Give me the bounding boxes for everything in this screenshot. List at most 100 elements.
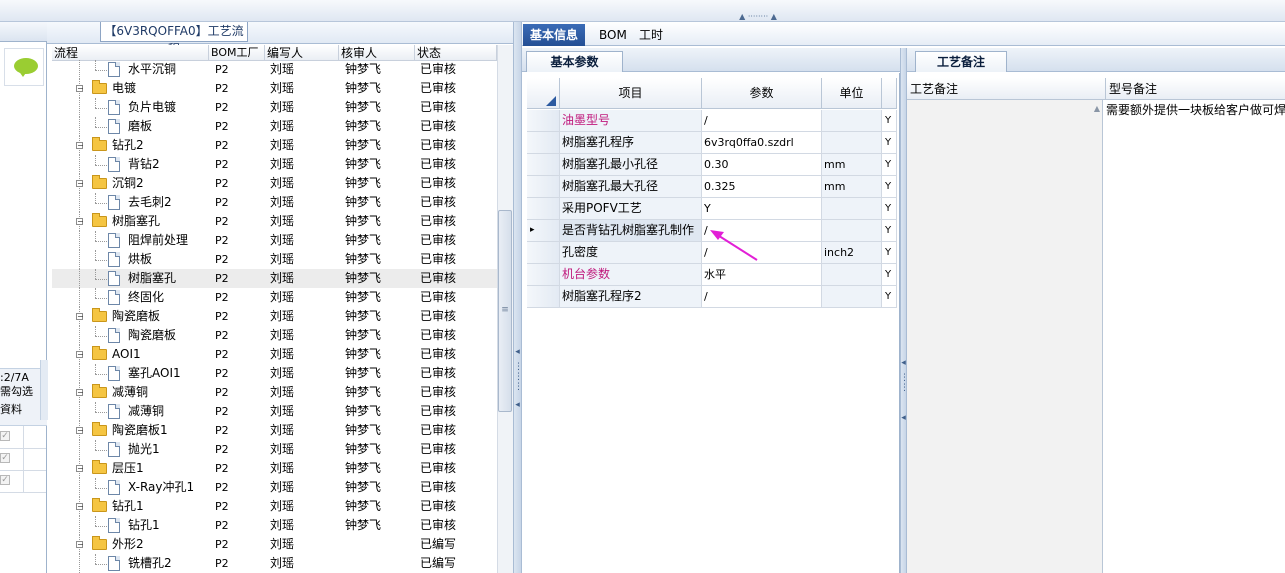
col-header-flow[interactable]: 流程 (52, 45, 209, 61)
tree-name: 树脂塞孔 (112, 214, 161, 228)
tree-row[interactable]: 钻孔1 P2 刘瑶 钟梦飞 已审核 (52, 516, 497, 535)
tab-work-hours[interactable]: 工时 (632, 24, 670, 46)
tab-basic-params[interactable]: 基本参数 (526, 51, 623, 72)
param-value[interactable]: 0.325 (702, 176, 822, 198)
tree-factory: P2 (215, 82, 229, 95)
collapse-toggle-icon[interactable]: − (76, 180, 84, 188)
process-remark-textarea[interactable] (907, 100, 1103, 573)
tree-row[interactable]: − 钻孔2 P2 刘瑶 钟梦飞 已审核 (52, 136, 497, 155)
tree-row[interactable]: 陶瓷磨板 P2 刘瑶 钟梦飞 已审核 (52, 326, 497, 345)
collapse-toggle-icon[interactable]: − (76, 541, 84, 549)
param-row[interactable]: 机台参数 水平 Y (527, 264, 897, 286)
tree-row[interactable]: − 沉铜2 P2 刘瑶 钟梦飞 已审核 (52, 174, 497, 193)
collapse-toggle-icon[interactable]: − (76, 389, 84, 397)
row-checkbox[interactable]: ✓ (0, 431, 10, 441)
collapse-toggle-icon[interactable]: − (76, 85, 84, 93)
collapse-toggle-icon[interactable]: − (76, 465, 84, 473)
corner-triangle-icon (546, 96, 556, 106)
document-icon (108, 119, 120, 134)
tree-row[interactable]: − 树脂塞孔 P2 刘瑶 钟梦飞 已审核 (52, 212, 497, 231)
param-row[interactable]: 树脂塞孔程序2/ Y (527, 286, 897, 308)
tree-reviewer: 钟梦飞 (345, 385, 382, 399)
scroll-up-icon[interactable]: ▲ (1092, 103, 1102, 115)
param-row[interactable]: 树脂塞孔程序 6v3rq0ffa0.szdrl Y (527, 132, 897, 154)
tree-author: 刘瑶 (270, 100, 295, 114)
left-splitter[interactable] (40, 360, 48, 420)
tree-author: 刘瑶 (270, 404, 295, 418)
tree-connector (79, 554, 80, 573)
row-checkbox[interactable]: ✓ (0, 475, 10, 485)
collapse-toggle-icon[interactable]: − (76, 427, 84, 435)
tree-row[interactable]: 终固化 P2 刘瑶 钟梦飞 已审核 (52, 288, 497, 307)
main-splitter[interactable]: ◂ ⋮ ⋮ ⋮ ◂ (513, 22, 523, 573)
tab-basic-info[interactable]: 基本信息 (523, 24, 586, 46)
param-value[interactable]: / (702, 110, 822, 132)
col-header-unit[interactable]: 单位 (822, 78, 882, 109)
document-icon (108, 233, 120, 248)
param-value[interactable]: 0.30 (702, 154, 822, 176)
tree-row[interactable]: 磨板 P2 刘瑶 钟梦飞 已审核 (52, 117, 497, 136)
tree-row[interactable]: 负片电镀 P2 刘瑶 钟梦飞 已审核 (52, 98, 497, 117)
collapse-toggle-icon[interactable]: − (76, 313, 84, 321)
tree-row[interactable]: 铣槽孔2 P2 刘瑶 已编写 (52, 554, 497, 573)
param-flag: Y (882, 132, 897, 154)
tree-row[interactable]: − 层压1 P2 刘瑶 钟梦飞 已审核 (52, 459, 497, 478)
tree-row[interactable]: 背钻2 P2 刘瑶 钟梦飞 已审核 (52, 155, 497, 174)
col-header-status[interactable]: 状态 (415, 45, 497, 61)
col-header-author[interactable]: 编写人 (265, 45, 339, 61)
param-item: 油墨型号 (560, 110, 702, 132)
col-header-bom-factory[interactable]: BOM工厂 (209, 45, 265, 61)
tree-row[interactable]: 减薄铜 P2 刘瑶 钟梦飞 已审核 (52, 402, 497, 421)
col-header-param[interactable]: 参数 (702, 78, 822, 109)
tree-factory: P2 (215, 120, 229, 133)
tree-row[interactable]: − 减薄铜 P2 刘瑶 钟梦飞 已审核 (52, 383, 497, 402)
row-header (527, 132, 560, 154)
tree-row[interactable]: − 钻孔1 P2 刘瑶 钟梦飞 已审核 (52, 497, 497, 516)
tree-connector (95, 402, 96, 412)
tree-author: 刘瑶 (270, 119, 295, 133)
folder-icon (92, 80, 107, 94)
tree-panel-title[interactable]: 【6V3RQOFFA0】工艺流程 (100, 22, 248, 56)
col-header-reviewer[interactable]: 核审人 (339, 45, 415, 61)
param-row[interactable]: 树脂塞孔最小孔径 0.30 mm Y (527, 154, 897, 176)
param-row[interactable]: 采用POFV工艺 Y Y (527, 198, 897, 220)
tree-row[interactable]: 阻焊前处理 P2 刘瑶 钟梦飞 已审核 (52, 231, 497, 250)
tree-row[interactable]: 去毛刺2 P2 刘瑶 钟梦飞 已审核 (52, 193, 497, 212)
tree-row[interactable]: − 外形2 P2 刘瑶 已编写 (52, 535, 497, 554)
collapse-grip-icon[interactable]: ▲ ········ ▲ (728, 13, 788, 21)
tree-row[interactable]: X-Ray冲孔1 P2 刘瑶 钟梦飞 已审核 (52, 478, 497, 497)
collapse-toggle-icon[interactable]: − (76, 351, 84, 359)
tree-row[interactable]: − 陶瓷磨板1 P2 刘瑶 钟梦飞 已审核 (52, 421, 497, 440)
model-remark-text[interactable]: 需要额外提供一块板给客户做可焊 (1106, 102, 1285, 118)
tree-row[interactable]: − 陶瓷磨板 P2 刘瑶 钟梦飞 已审核 (52, 307, 497, 326)
tree-factory: P2 (215, 234, 229, 247)
tree-row[interactable]: 水平沉铜 P2 刘瑶 钟梦飞 已审核 (52, 60, 497, 79)
section-splitter[interactable]: ◂ ⋮ ⋮ ◂ (900, 48, 909, 573)
collapse-toggle-icon[interactable]: − (76, 218, 84, 226)
tree-row[interactable]: 抛光1 P2 刘瑶 钟梦飞 已审核 (52, 440, 497, 459)
param-value[interactable]: Y (702, 198, 822, 220)
tree-row[interactable]: 烘板 P2 刘瑶 钟梦飞 已审核 (52, 250, 497, 269)
tree-row[interactable]: − 电镀 P2 刘瑶 钟梦飞 已审核 (52, 79, 497, 98)
param-unit (822, 286, 882, 308)
tree-row[interactable]: 树脂塞孔 P2 刘瑶 钟梦飞 已审核 (52, 269, 497, 288)
param-value[interactable]: 6v3rq0ffa0.szdrl (702, 132, 822, 154)
tree-row[interactable]: − AOI1 P2 刘瑶 钟梦飞 已审核 (52, 345, 497, 364)
tree-row[interactable]: 塞孔AOI1 P2 刘瑶 钟梦飞 已审核 (52, 364, 497, 383)
param-value[interactable]: / (702, 286, 822, 308)
param-row[interactable]: 树脂塞孔最大孔径 0.325 mm Y (527, 176, 897, 198)
tree-name: 钻孔1 (112, 499, 144, 513)
col-header-item[interactable]: 项目 (560, 78, 702, 109)
tab-process-remarks[interactable]: 工艺备注 (915, 51, 1007, 72)
row-checkbox[interactable]: ✓ (0, 453, 10, 463)
collapse-toggle-icon[interactable]: − (76, 503, 84, 511)
collapse-toggle-icon[interactable]: − (76, 142, 84, 150)
param-item: 机台参数 (560, 264, 702, 286)
tree-connector (95, 526, 107, 527)
tree-reviewer: 钟梦飞 (345, 157, 382, 171)
param-value[interactable]: 水平 (702, 264, 822, 286)
tab-bom[interactable]: BOM (592, 24, 634, 46)
document-icon (108, 442, 120, 457)
param-row[interactable]: 油墨型号 / Y (527, 110, 897, 132)
tree-author: 刘瑶 (270, 290, 295, 304)
